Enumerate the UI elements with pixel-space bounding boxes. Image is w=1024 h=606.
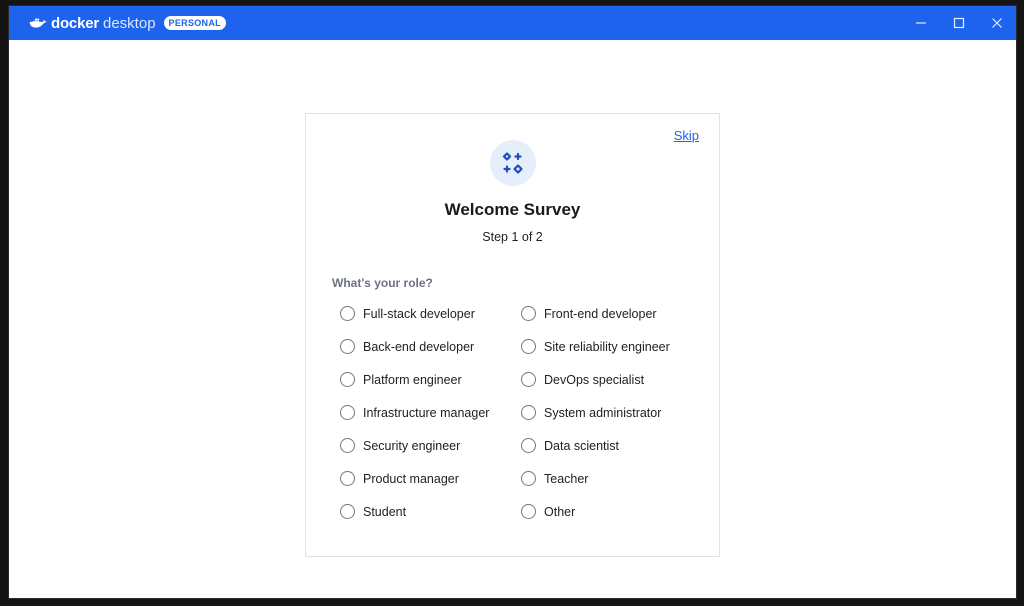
- radio-button[interactable]: [340, 504, 355, 519]
- role-option-teacher[interactable]: Teacher: [521, 462, 700, 495]
- role-option-devops-specialist[interactable]: DevOps specialist: [521, 363, 700, 396]
- close-button[interactable]: [978, 6, 1016, 40]
- step-indicator: Step 1 of 2: [482, 230, 543, 244]
- option-label: Full-stack developer: [363, 306, 475, 321]
- plan-badge: PERSONAL: [163, 16, 226, 30]
- option-label: Infrastructure manager: [363, 405, 490, 420]
- option-label: DevOps specialist: [544, 372, 645, 387]
- role-option-infrastructure-manager[interactable]: Infrastructure manager: [340, 396, 521, 429]
- role-option-platform-engineer[interactable]: Platform engineer: [340, 363, 521, 396]
- radio-button[interactable]: [521, 339, 536, 354]
- role-option-full-stack-developer[interactable]: Full-stack developer: [340, 297, 521, 330]
- role-option-product-manager[interactable]: Product manager: [340, 462, 521, 495]
- option-label: Back-end developer: [363, 339, 475, 354]
- radio-button[interactable]: [340, 405, 355, 420]
- role-option-security-engineer[interactable]: Security engineer: [340, 429, 521, 462]
- sparkles-icon: [502, 152, 523, 174]
- radio-button[interactable]: [521, 438, 536, 453]
- radio-button[interactable]: [340, 471, 355, 486]
- welcome-survey-card: Skip Welcome Survey Step 1 of 2 What's y…: [305, 113, 720, 557]
- brand-docker: docker: [51, 14, 99, 32]
- role-option-student[interactable]: Student: [340, 495, 521, 528]
- skip-link[interactable]: Skip: [674, 128, 699, 143]
- window-controls: [902, 6, 1016, 40]
- option-label: System administrator: [544, 405, 662, 420]
- minimize-icon: [916, 22, 926, 24]
- app-window: docker desktop PERSONAL Skip Welcome Sur…: [9, 6, 1016, 598]
- radio-button[interactable]: [521, 405, 536, 420]
- radio-button[interactable]: [521, 372, 536, 387]
- survey-title: Welcome Survey: [444, 200, 581, 219]
- option-label: Data scientist: [544, 438, 620, 453]
- role-options: Full-stack developer Front-end developer…: [340, 297, 700, 528]
- radio-button[interactable]: [521, 306, 536, 321]
- option-label: Platform engineer: [363, 372, 462, 387]
- maximize-icon: [953, 17, 965, 29]
- role-option-back-end-developer[interactable]: Back-end developer: [340, 330, 521, 363]
- radio-button[interactable]: [340, 372, 355, 387]
- role-question: What's your role?: [332, 276, 433, 290]
- role-option-other[interactable]: Other: [521, 495, 700, 528]
- radio-button[interactable]: [521, 471, 536, 486]
- radio-button[interactable]: [340, 339, 355, 354]
- option-label: Other: [544, 504, 576, 519]
- brand-desktop: desktop: [103, 14, 156, 32]
- role-option-system-administrator[interactable]: System administrator: [521, 396, 700, 429]
- role-option-data-scientist[interactable]: Data scientist: [521, 429, 700, 462]
- option-label: Student: [363, 504, 407, 519]
- close-icon: [992, 18, 1002, 28]
- minimize-button[interactable]: [902, 6, 940, 40]
- title-bar[interactable]: docker desktop PERSONAL: [9, 6, 1016, 40]
- sparkles-icon-container: [490, 140, 536, 186]
- role-option-site-reliability-engineer[interactable]: Site reliability engineer: [521, 330, 700, 363]
- docker-whale-icon: [29, 18, 47, 28]
- option-label: Teacher: [544, 471, 589, 486]
- radio-button[interactable]: [340, 306, 355, 321]
- maximize-button[interactable]: [940, 6, 978, 40]
- brand-logo: docker desktop PERSONAL: [29, 15, 226, 32]
- option-label: Product manager: [363, 471, 459, 486]
- option-label: Site reliability engineer: [544, 339, 670, 354]
- option-label: Front-end developer: [544, 306, 657, 321]
- radio-button[interactable]: [340, 438, 355, 453]
- role-option-front-end-developer[interactable]: Front-end developer: [521, 297, 700, 330]
- option-label: Security engineer: [363, 438, 461, 453]
- radio-button[interactable]: [521, 504, 536, 519]
